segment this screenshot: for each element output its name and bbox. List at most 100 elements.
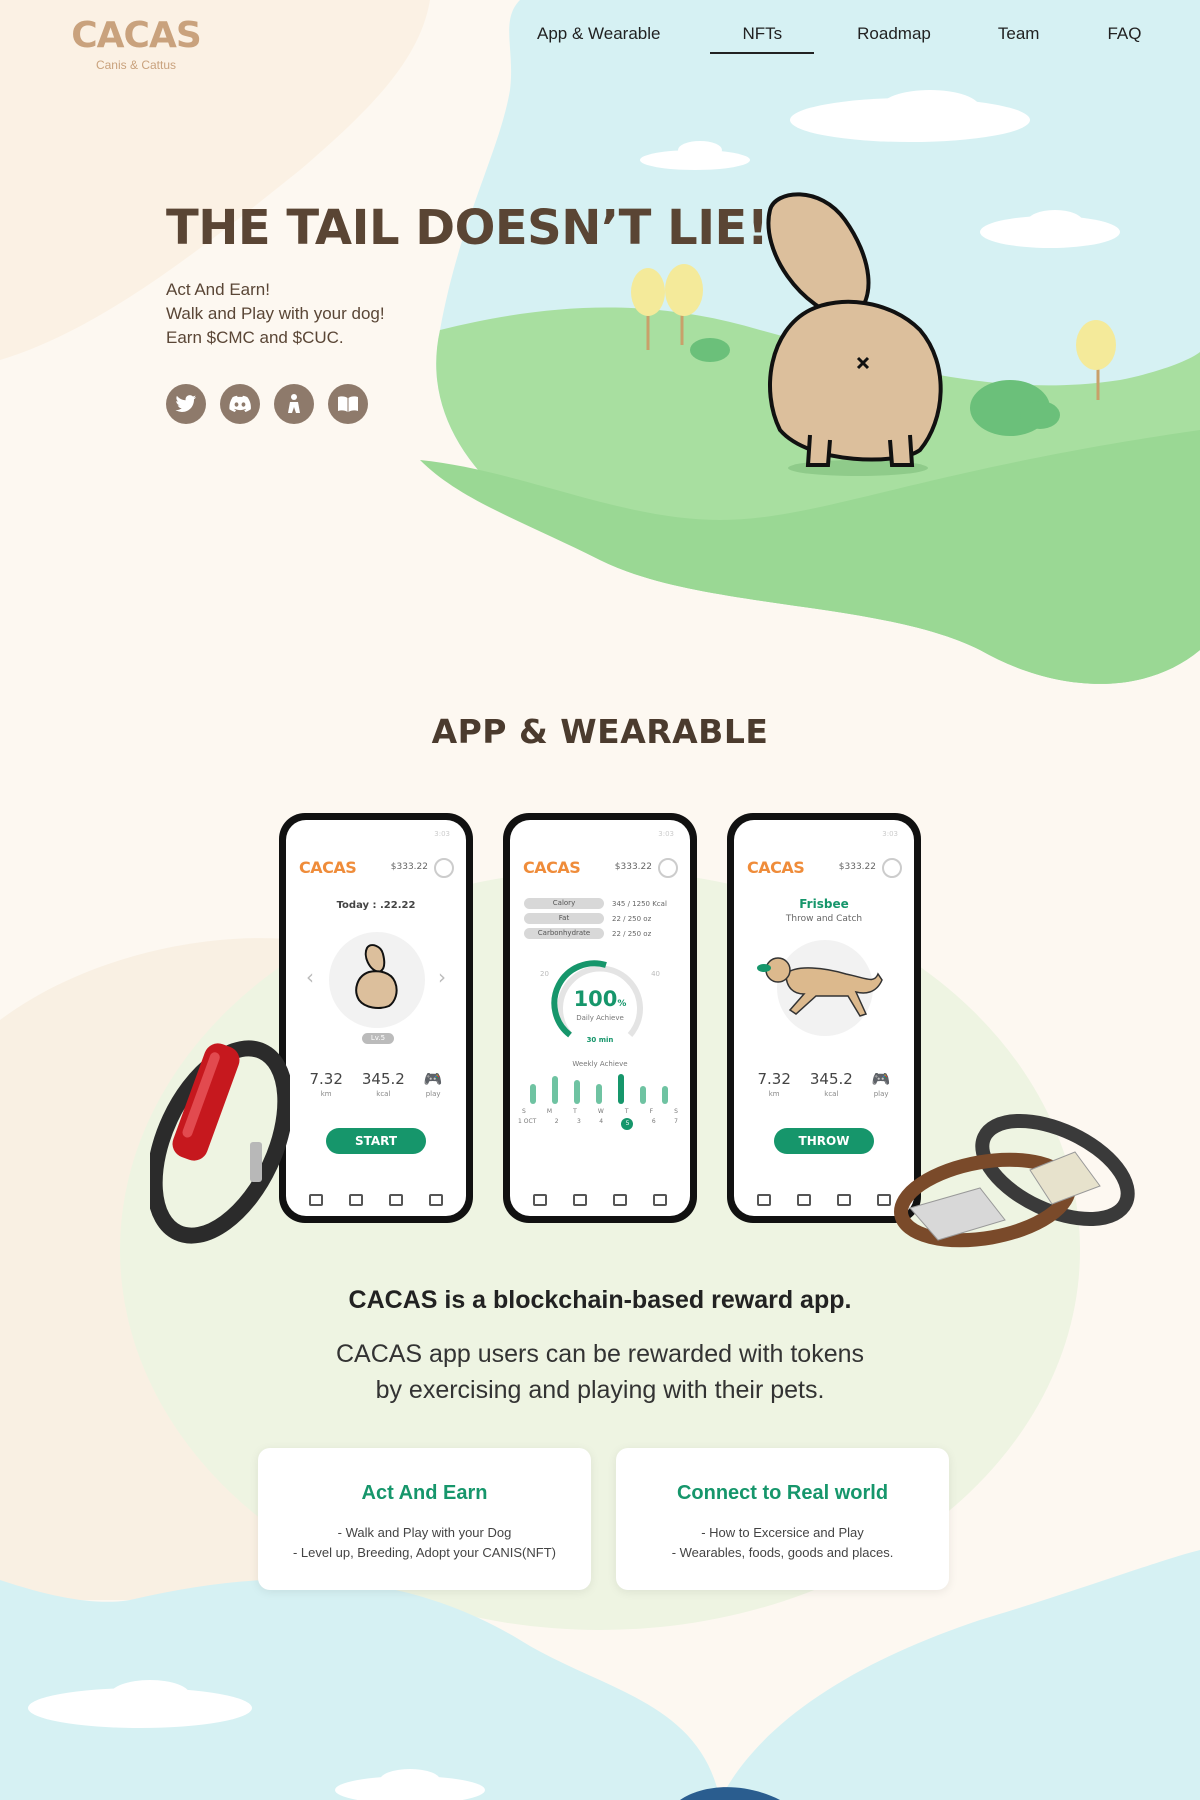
status-time: 3:03 — [658, 830, 674, 838]
feature-card-connect-real-world: Connect to Real world - How to Excersice… — [616, 1448, 949, 1590]
running-dog-icon — [757, 957, 883, 1017]
pets-icon[interactable] — [429, 1194, 443, 1206]
description: CACAS app users can be rewarded with tok… — [0, 1336, 1200, 1408]
shop-icon[interactable] — [797, 1194, 811, 1206]
wallet-icon[interactable] — [613, 1194, 627, 1206]
card-body: - How to Excersice and Play - Wearables,… — [616, 1523, 949, 1563]
throw-button[interactable]: THROW — [774, 1128, 874, 1154]
pets-icon[interactable] — [877, 1194, 891, 1206]
weekday-label: M — [546, 1108, 553, 1115]
nutrient-value: 22 / 250 oz — [612, 929, 652, 938]
calorie-unit: kcal — [376, 1090, 391, 1098]
wallet-icon[interactable] — [837, 1194, 851, 1206]
nutrient-row: Fat 22 / 250 oz — [524, 913, 651, 924]
whitepaper-book-icon[interactable] — [328, 384, 368, 424]
hero-line: Earn $CMC and $CUC. — [166, 328, 344, 347]
date-label: 6 — [651, 1118, 656, 1125]
hero-line: Walk and Play with your dog! — [166, 304, 385, 323]
weekday-label: S — [674, 1108, 678, 1115]
today-date: Today : .22.22 — [336, 900, 416, 911]
pet-tail-icon — [355, 944, 398, 1009]
brand-name: CACAS — [71, 15, 202, 56]
leather-wearable-bands-image — [894, 1114, 1135, 1248]
nutrient-value: 22 / 250 oz — [612, 914, 652, 923]
app-logo: CACAS — [299, 858, 357, 877]
date-label: 7 — [674, 1118, 678, 1125]
tagline: CACAS is a blockchain-based reward app. — [348, 1286, 852, 1314]
description-line: by exercising and playing with their pet… — [375, 1376, 825, 1404]
avatar[interactable] — [434, 858, 454, 878]
distance-unit: km — [768, 1090, 780, 1098]
app-bottom-nav — [286, 1194, 466, 1206]
distance-unit: km — [320, 1090, 332, 1098]
nav-nfts[interactable]: NFTs — [710, 24, 814, 54]
percent-value: 100 — [573, 987, 618, 1011]
app-bottom-nav — [734, 1194, 914, 1206]
daily-achieve-label: Daily Achieve — [576, 1014, 624, 1022]
wallet-icon[interactable] — [389, 1194, 403, 1206]
activity-stats: 7.32 km 345.2 kcal 🎮 play — [734, 1070, 914, 1098]
card-line: - Walk and Play with your Dog — [337, 1525, 512, 1540]
app-screen: 3:03 CACAS $333.22 Frisbee Throw and Cat… — [734, 820, 914, 1216]
red-wearable-band-image — [150, 1040, 290, 1244]
start-button[interactable]: START — [326, 1128, 426, 1154]
gamepad-icon: 🎮 — [871, 1070, 891, 1088]
minutes-label: 30 min — [586, 1036, 614, 1044]
app-screen: 3:03 CACAS $333.22 Today : .22.22 ‹ › Lv… — [286, 820, 466, 1216]
date-label: 2 — [554, 1118, 559, 1125]
percent-sign: % — [617, 999, 627, 1009]
app-logo: CACAS — [523, 858, 581, 877]
phone-home-screen: 3:03 CACAS $333.22 Today : .22.22 ‹ › Lv… — [279, 813, 473, 1223]
app-bottom-nav — [510, 1194, 690, 1206]
discord-icon[interactable] — [220, 384, 260, 424]
wallet-balance: $333.22 — [614, 862, 652, 872]
hero-title: THE TAIL DOESN’T LIE! — [166, 200, 769, 256]
home-icon[interactable] — [309, 1194, 323, 1206]
app-logo: CACAS — [747, 858, 805, 877]
card-title: Connect to Real world — [676, 1482, 889, 1504]
date-label: 1 OCT — [518, 1118, 537, 1125]
nutrient-label: Fat — [524, 913, 604, 924]
nav-app-wearable[interactable]: App & Wearable — [537, 24, 660, 54]
weekday-label: T — [573, 1108, 577, 1115]
weekday-label: T — [624, 1108, 629, 1115]
avatar[interactable] — [658, 858, 678, 878]
activity-stats: 7.32 km 345.2 kcal 🎮 play — [286, 1070, 466, 1098]
card-body: - Walk and Play with your Dog - Level up… — [258, 1523, 591, 1563]
shop-icon[interactable] — [573, 1194, 587, 1206]
chevron-right-icon[interactable]: › — [438, 965, 446, 989]
pets-icon[interactable] — [653, 1194, 667, 1206]
date-label: 3 — [576, 1118, 581, 1125]
hero-text: Act And Earn! Walk and Play with your do… — [166, 278, 385, 350]
nav-roadmap[interactable]: Roadmap — [857, 24, 931, 54]
play-unit: play — [873, 1090, 889, 1098]
brand-subtitle: Canis & Cattus — [95, 58, 177, 72]
nav-faq[interactable]: FAQ — [1107, 24, 1141, 54]
distance-value: 7.32 — [309, 1070, 343, 1088]
avatar[interactable] — [882, 858, 902, 878]
game-subtitle: Throw and Catch — [785, 914, 863, 924]
card-line: - Wearables, foods, goods and places. — [671, 1545, 894, 1560]
level-badge: Lv.5 — [362, 1033, 394, 1044]
nav-team[interactable]: Team — [998, 24, 1040, 54]
section-title: APP & WEARABLE — [431, 712, 769, 751]
weekday-row: SMTWTFS — [522, 1108, 678, 1115]
calorie-value: 345.2 — [361, 1070, 405, 1088]
game-title: Frisbee — [799, 897, 849, 911]
date-label-selected[interactable]: 5 — [621, 1118, 634, 1130]
status-time: 3:03 — [434, 830, 450, 838]
chevron-left-icon[interactable]: ‹ — [306, 965, 314, 989]
shop-icon[interactable] — [349, 1194, 363, 1206]
brand-logo[interactable]: CACAS Canis & Cattus — [66, 15, 206, 73]
nutrient-value: 345 / 1250 Kcal — [612, 899, 667, 908]
nutrient-row: Carbonhydrate 22 / 250 oz — [524, 928, 651, 939]
home-icon[interactable] — [533, 1194, 547, 1206]
gamepad-icon: 🎮 — [423, 1070, 443, 1088]
date-row: 1 OCT 2 3 4 5 6 7 — [518, 1118, 678, 1130]
twitter-icon[interactable] — [166, 384, 206, 424]
card-title: Act And Earn — [361, 1482, 488, 1504]
home-icon[interactable] — [757, 1194, 771, 1206]
social-links — [166, 384, 368, 424]
nutrient-label: Calory — [524, 898, 604, 909]
homepage-icon[interactable] — [274, 384, 314, 424]
